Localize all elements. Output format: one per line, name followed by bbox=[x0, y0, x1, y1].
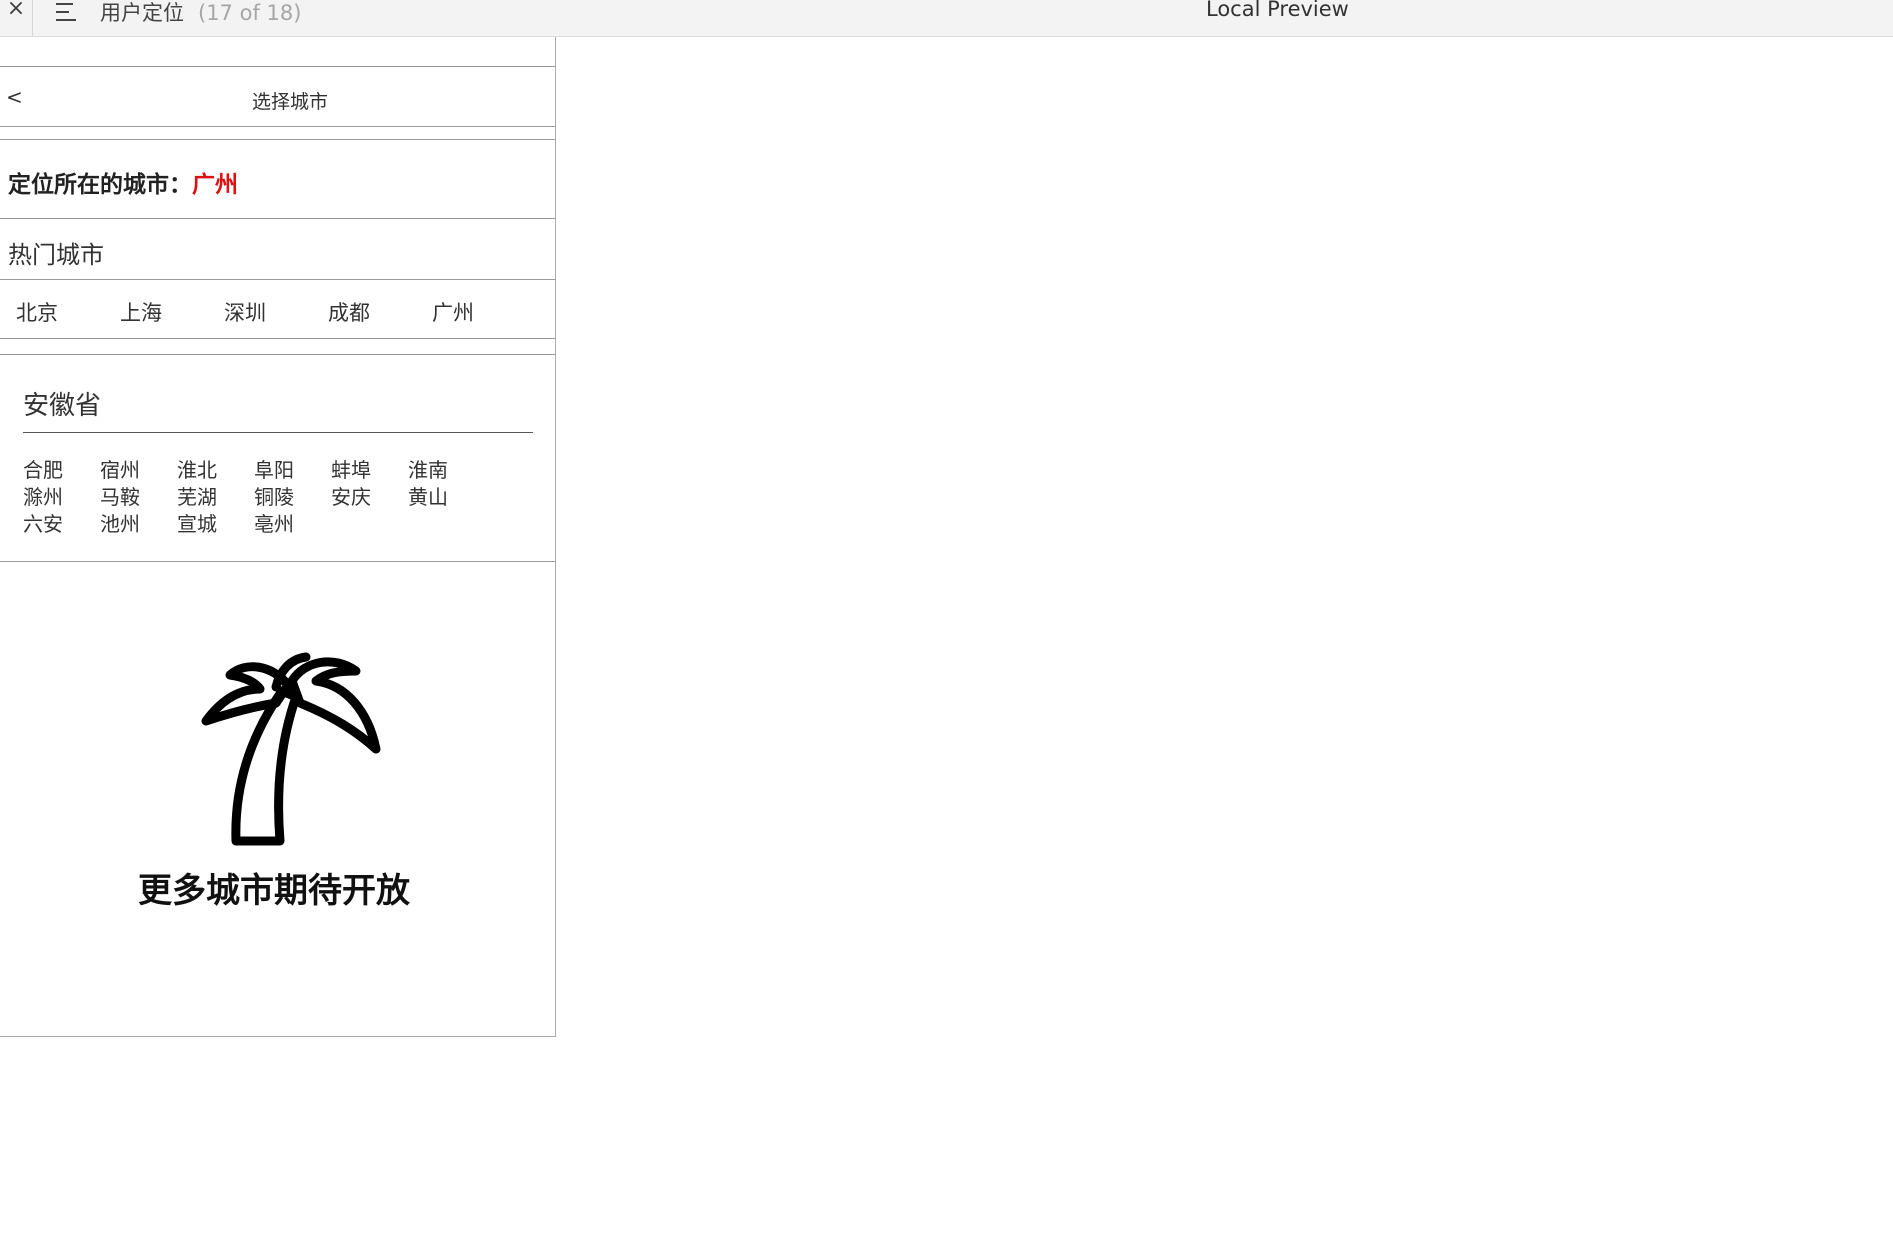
preview-app: × 用户定位 (17 of 18) Local Preview < 选择城市 定位… bbox=[0, 0, 1893, 1245]
province-divider bbox=[23, 432, 533, 433]
page-count: (17 of 18) bbox=[198, 1, 302, 25]
coming-soon-message: 更多城市期待开放 bbox=[138, 871, 410, 911]
hot-cities-title: 热门城市 bbox=[8, 241, 104, 269]
page-name: 用户定位 bbox=[100, 1, 184, 25]
city-item[interactable]: 滁州 bbox=[23, 484, 100, 511]
city-item[interactable]: 淮南 bbox=[408, 457, 485, 484]
page-title: 选择城市 bbox=[251, 91, 328, 113]
city-item[interactable]: 安庆 bbox=[331, 484, 408, 511]
hamburger-menu-icon[interactable] bbox=[56, 2, 80, 22]
divider bbox=[0, 139, 555, 140]
hot-city-item[interactable]: 上海 bbox=[120, 297, 224, 327]
city-item[interactable]: 阜阳 bbox=[254, 457, 331, 484]
city-item[interactable]: 芜湖 bbox=[177, 484, 254, 511]
city-item[interactable]: 六安 bbox=[23, 511, 100, 538]
location-city[interactable]: 广州 bbox=[192, 172, 238, 198]
divider bbox=[0, 561, 555, 562]
phone-screen: < 选择城市 定位所在的城市：广州 热门城市 北京 上海 深圳 成都 广州 安徽… bbox=[0, 37, 556, 1037]
hot-city-item[interactable]: 北京 bbox=[16, 297, 120, 327]
close-icon: × bbox=[6, 0, 26, 21]
province-title: 安徽省 bbox=[23, 391, 102, 421]
city-item[interactable]: 黄山 bbox=[408, 484, 485, 511]
location-label: 定位所在的城市： bbox=[8, 172, 192, 198]
palm-tree-icon bbox=[196, 651, 382, 847]
current-location: 定位所在的城市：广州 bbox=[8, 165, 238, 199]
status-bar bbox=[0, 37, 555, 67]
hot-city-item[interactable]: 深圳 bbox=[224, 297, 328, 327]
city-item[interactable]: 宣城 bbox=[177, 511, 254, 538]
divider bbox=[0, 354, 555, 355]
province-city-list: 合肥 宿州 淮北 阜阳 蚌埠 淮南 滁州 马鞍 芜湖 铜陵 安庆 黄山 六安 池… bbox=[23, 457, 503, 538]
hot-cities-list: 北京 上海 深圳 成都 广州 bbox=[16, 297, 536, 327]
divider bbox=[0, 279, 555, 280]
city-item[interactable]: 池州 bbox=[100, 511, 177, 538]
hot-city-item[interactable]: 成都 bbox=[328, 297, 432, 327]
window-title: Local Preview bbox=[1206, 0, 1349, 21]
city-item[interactable]: 宿州 bbox=[100, 457, 177, 484]
divider bbox=[0, 338, 555, 339]
preview-page-title: 用户定位 (17 of 18) bbox=[100, 0, 301, 27]
city-item[interactable]: 铜陵 bbox=[254, 484, 331, 511]
city-item[interactable]: 合肥 bbox=[23, 457, 100, 484]
city-item[interactable]: 亳州 bbox=[254, 511, 331, 538]
city-item[interactable]: 淮北 bbox=[177, 457, 254, 484]
hot-city-item[interactable]: 广州 bbox=[432, 297, 536, 327]
preview-toolbar: × 用户定位 (17 of 18) Local Preview bbox=[0, 0, 1893, 37]
divider bbox=[0, 218, 555, 219]
nav-bar: < 选择城市 bbox=[0, 67, 555, 127]
city-item[interactable]: 蚌埠 bbox=[331, 457, 408, 484]
city-item[interactable]: 马鞍 bbox=[100, 484, 177, 511]
close-button[interactable]: × bbox=[0, 0, 33, 36]
